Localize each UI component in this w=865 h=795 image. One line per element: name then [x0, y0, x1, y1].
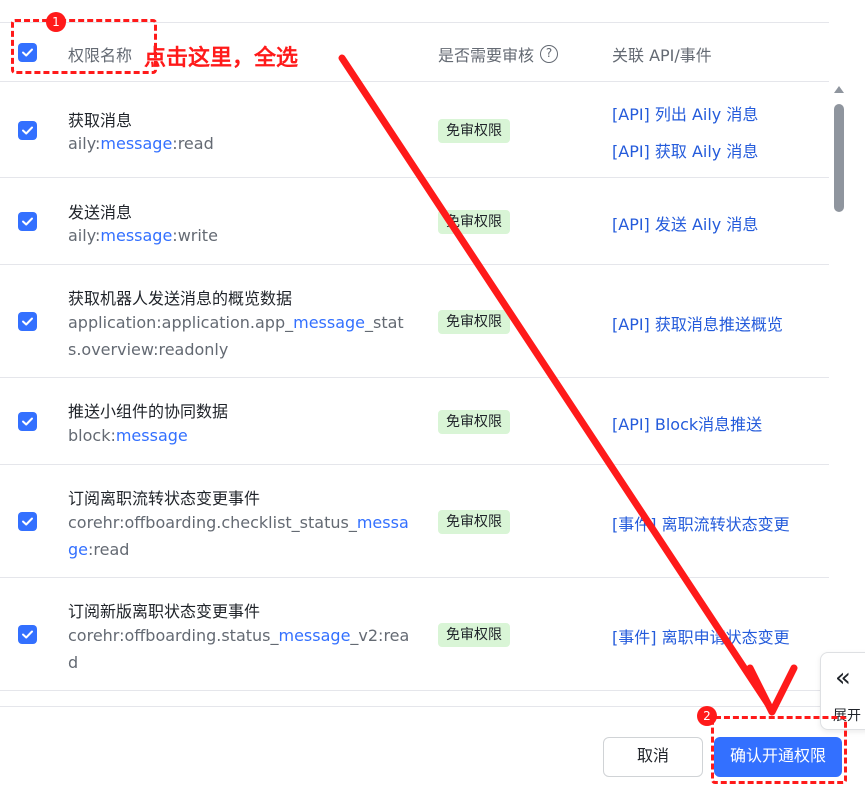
- api-link[interactable]: [API] 发送 Aily 消息: [612, 211, 758, 235]
- annotation-highlight-confirm: [711, 716, 847, 784]
- row-checkbox[interactable]: [18, 412, 37, 431]
- annotation-step-badge: 1: [46, 12, 66, 32]
- review-free-badge: 免审权限: [438, 310, 510, 334]
- scope-suffix: :write: [172, 226, 218, 245]
- scope-prefix: application:application.app_: [68, 313, 294, 332]
- scope-keyword: message: [100, 134, 173, 153]
- table-row: 订阅新版离职状态变更事件 corehr:offboarding.status_m…: [0, 578, 829, 691]
- annotation-step-badge: 2: [697, 706, 717, 726]
- review-free-badge: 免审权限: [438, 119, 510, 143]
- annotation-instruction-text: 点击这里，全选: [144, 46, 299, 71]
- scope-prefix: aily:: [68, 134, 101, 153]
- review-free-badge: 免审权限: [438, 210, 510, 234]
- row-checkbox[interactable]: [18, 212, 37, 231]
- scope-keyword: message: [278, 626, 351, 645]
- check-icon: [22, 126, 33, 135]
- permission-scope: aily:message:write: [68, 222, 413, 249]
- permission-table: 权限名称 是否需要审核 ? 关联 API/事件 获取消息 aily:messag…: [0, 22, 829, 692]
- header-review-label: 是否需要审核: [438, 46, 535, 65]
- row-checkbox[interactable]: [18, 312, 37, 331]
- annotation-highlight-select-all: [11, 19, 157, 74]
- help-icon[interactable]: ?: [540, 45, 559, 63]
- scrollbar-thumb[interactable]: [834, 104, 844, 212]
- api-link[interactable]: [API] 列出 Aily 消息: [612, 101, 758, 125]
- permission-scope: corehr:offboarding.checklist_status_mess…: [68, 509, 413, 563]
- scope-keyword: message: [100, 226, 173, 245]
- api-link[interactable]: [API] Block消息推送: [612, 411, 762, 435]
- check-icon: [22, 217, 33, 226]
- permission-title: 订阅离职流转状态变更事件: [68, 489, 261, 508]
- footer-divider: [0, 706, 865, 707]
- review-free-badge: 免审权限: [438, 510, 510, 534]
- cancel-button[interactable]: 取消: [603, 737, 703, 777]
- check-icon: [22, 317, 33, 326]
- header-related-api: 关联 API/事件: [612, 46, 712, 65]
- table-row: 订阅离职流转状态变更事件 corehr:offboarding.checklis…: [0, 465, 829, 578]
- scope-keyword: message: [115, 426, 188, 445]
- api-link[interactable]: [事件] 离职申请状态变更: [612, 624, 790, 648]
- scroll-up-arrow-icon[interactable]: [834, 86, 844, 93]
- permission-scope: corehr:offboarding.status_message_v2:rea…: [68, 622, 413, 676]
- permission-title: 获取消息: [68, 111, 133, 130]
- double-chevron-left-icon: «: [835, 663, 851, 693]
- review-free-badge: 免审权限: [438, 410, 510, 434]
- api-link[interactable]: [事件] 离职流转状态变更: [612, 511, 790, 535]
- scope-prefix: corehr:offboarding.checklist_status_: [68, 513, 357, 532]
- review-free-badge: 免审权限: [438, 623, 510, 647]
- scope-keyword: message: [293, 313, 366, 332]
- check-icon: [22, 630, 33, 639]
- table-row: 获取机器人发送消息的概览数据 application:application.a…: [0, 265, 829, 378]
- permission-scope: block:message: [68, 422, 413, 449]
- permission-scope: application:application.app_message_stat…: [68, 309, 413, 363]
- row-checkbox[interactable]: [18, 625, 37, 644]
- api-link[interactable]: [API] 获取消息推送概览: [612, 311, 783, 335]
- header-review-required: 是否需要审核 ?: [438, 42, 559, 66]
- row-checkbox[interactable]: [18, 512, 37, 531]
- scope-prefix: block:: [68, 426, 116, 445]
- table-row: 发送消息 aily:message:write 免审权限 [API] 发送 Ai…: [0, 178, 829, 265]
- scope-suffix: :read: [172, 134, 214, 153]
- table-row: 获取消息 aily:message:read 免审权限 [API] 列出 Ail…: [0, 82, 829, 178]
- table-row: 推送小组件的协同数据 block:message 免审权限 [API] Bloc…: [0, 378, 829, 465]
- row-checkbox[interactable]: [18, 121, 37, 140]
- permission-title: 订阅新版离职状态变更事件: [68, 602, 261, 621]
- permission-scope: aily:message:read: [68, 130, 413, 157]
- check-icon: [22, 417, 33, 426]
- permission-title: 推送小组件的协同数据: [68, 402, 229, 421]
- permission-title: 获取机器人发送消息的概览数据: [68, 289, 293, 308]
- scope-suffix: :read: [88, 540, 130, 559]
- scope-prefix: corehr:offboarding.status_: [68, 626, 279, 645]
- api-link[interactable]: [API] 获取 Aily 消息: [612, 138, 758, 162]
- scope-prefix: aily:: [68, 226, 101, 245]
- check-icon: [22, 517, 33, 526]
- permission-title: 发送消息: [68, 203, 133, 222]
